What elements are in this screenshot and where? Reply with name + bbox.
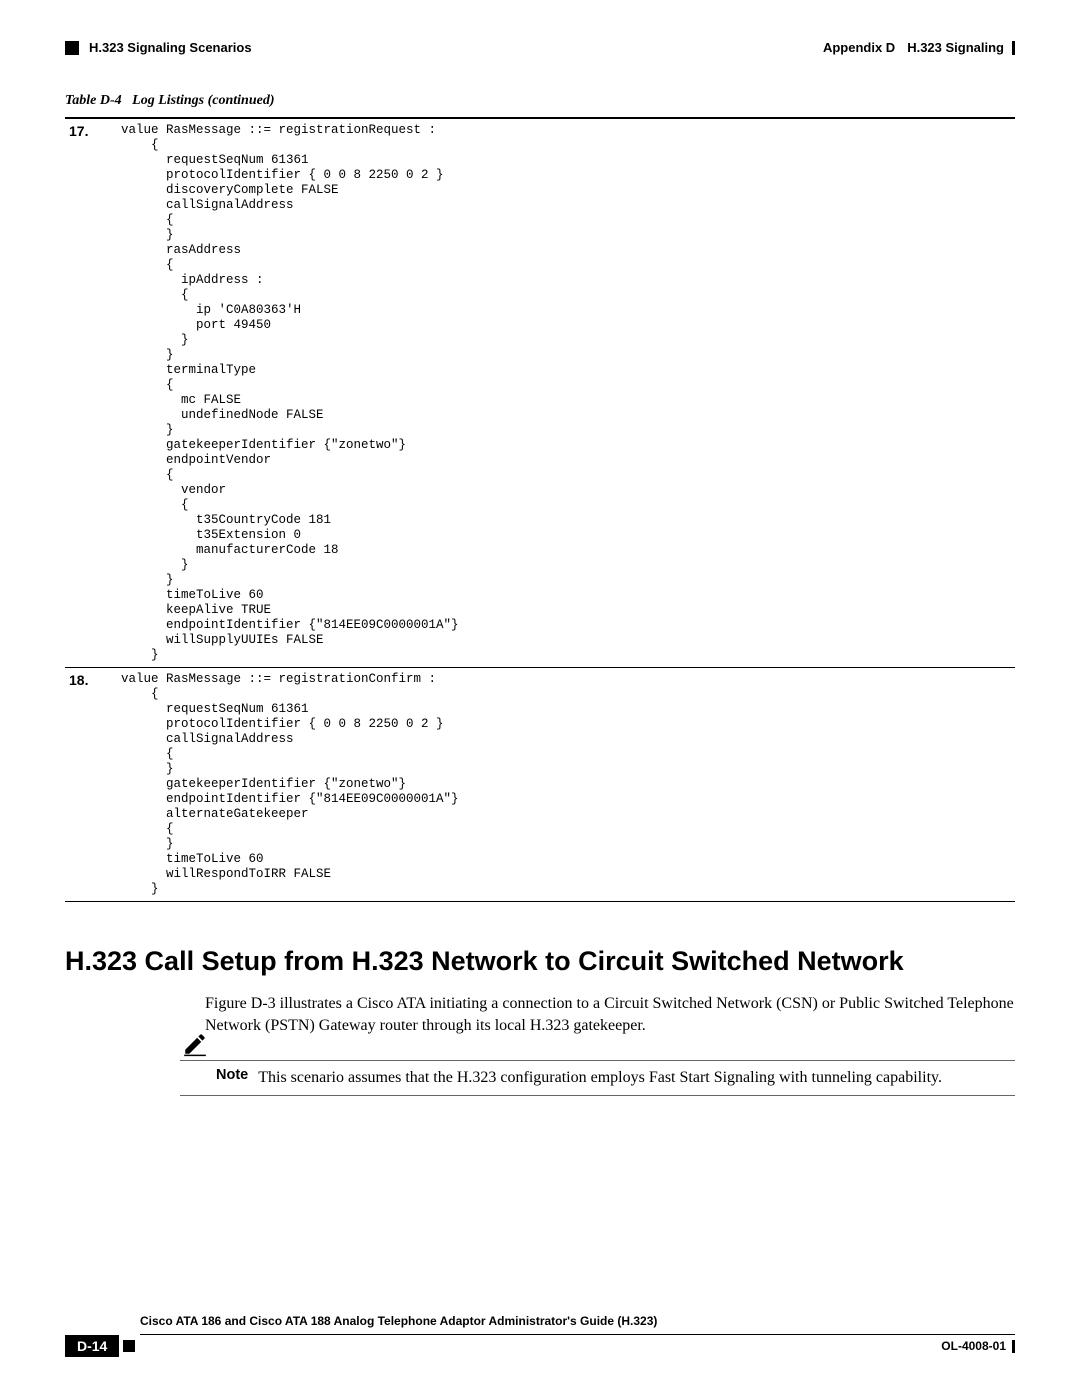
page-number-badge: D-14 — [65, 1335, 119, 1357]
body-paragraph: Figure D-3 illustrates a Cisco ATA initi… — [205, 993, 1015, 1036]
note-text: This scenario assumes that the H.323 con… — [258, 1063, 942, 1089]
row-number: 17. — [65, 118, 121, 668]
table-row: 18. value RasMessage ::= registrationCon… — [65, 668, 1015, 902]
note-block: Note This scenario assumes that the H.32… — [180, 1060, 1015, 1096]
header-left: H.323 Signaling Scenarios — [65, 40, 252, 55]
table-caption-title: Log Listings (continued) — [132, 93, 274, 108]
table-row: 17. value RasMessage ::= registrationReq… — [65, 118, 1015, 668]
footer-right-tick — [1012, 1340, 1015, 1353]
header-left-marker — [65, 41, 79, 55]
header-right-tick — [1012, 41, 1015, 55]
footer-doc-id: OL-4008-01 — [941, 1339, 1006, 1353]
footer-doc-id-block: OL-4008-01 — [941, 1339, 1015, 1353]
footer-book-title: Cisco ATA 186 and Cisco ATA 188 Analog T… — [140, 1314, 1015, 1328]
section-heading: H.323 Call Setup from H.323 Network to C… — [65, 946, 1015, 977]
header-chapter-title: H.323 Signaling — [907, 40, 1004, 55]
header-appendix: Appendix D — [823, 40, 895, 55]
running-header: H.323 Signaling Scenarios Appendix D H.3… — [65, 40, 1015, 55]
pencil-icon — [180, 1031, 210, 1061]
row-code: value RasMessage ::= registrationConfirm… — [121, 668, 1015, 902]
header-right: Appendix D H.323 Signaling — [823, 40, 1015, 55]
footer-row: D-14 OL-4008-01 — [65, 1335, 1015, 1357]
row-code: value RasMessage ::= registrationRequest… — [121, 118, 1015, 668]
table-caption-label: Table D-4 — [65, 93, 122, 108]
table-caption: Table D-4 Log Listings (continued) — [65, 93, 1015, 109]
note-icon-column — [180, 1031, 210, 1061]
header-left-text: H.323 Signaling Scenarios — [89, 40, 252, 55]
note-label: Note — [216, 1063, 248, 1083]
row-number: 18. — [65, 668, 121, 902]
log-listings-table: 17. value RasMessage ::= registrationReq… — [65, 117, 1015, 902]
page-footer: Cisco ATA 186 and Cisco ATA 188 Analog T… — [65, 1314, 1015, 1357]
footer-square-marker — [123, 1340, 135, 1352]
